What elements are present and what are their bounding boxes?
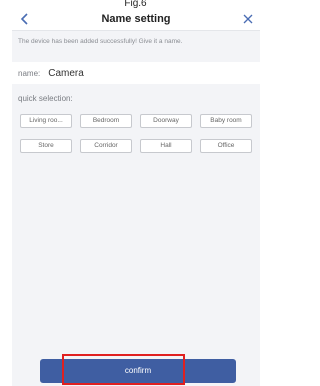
figure-label: Fig.6	[124, 0, 147, 8]
top-bar: Name setting	[12, 8, 260, 31]
chip-hall[interactable]: Hall	[140, 139, 192, 153]
page-title: Name setting	[101, 13, 171, 25]
close-icon	[243, 14, 253, 24]
back-button[interactable]	[16, 8, 32, 30]
chip-doorway[interactable]: Doorway	[140, 114, 192, 128]
name-setting-screen: Name setting The device has been added s…	[12, 8, 260, 386]
success-notice: The device has been added successfully! …	[12, 31, 260, 58]
name-label: name:	[18, 68, 41, 78]
chip-store[interactable]: Store	[20, 139, 72, 153]
chip-office[interactable]: Office	[200, 139, 252, 153]
chevron-left-icon	[20, 13, 28, 25]
chip-living-room[interactable]: Living roo...	[20, 114, 72, 128]
name-row: name:	[12, 62, 260, 84]
chip-baby-room[interactable]: Baby room	[200, 114, 252, 128]
chip-bedroom[interactable]: Bedroom	[80, 114, 132, 128]
quick-selection-grid: Living roo... Bedroom Doorway Baby room …	[20, 114, 256, 153]
name-input[interactable]	[48, 67, 229, 79]
quick-selection-label: quick selection:	[18, 94, 73, 103]
close-button[interactable]	[240, 8, 256, 30]
chip-corridor[interactable]: Corridor	[80, 139, 132, 153]
highlight-box	[62, 354, 185, 385]
